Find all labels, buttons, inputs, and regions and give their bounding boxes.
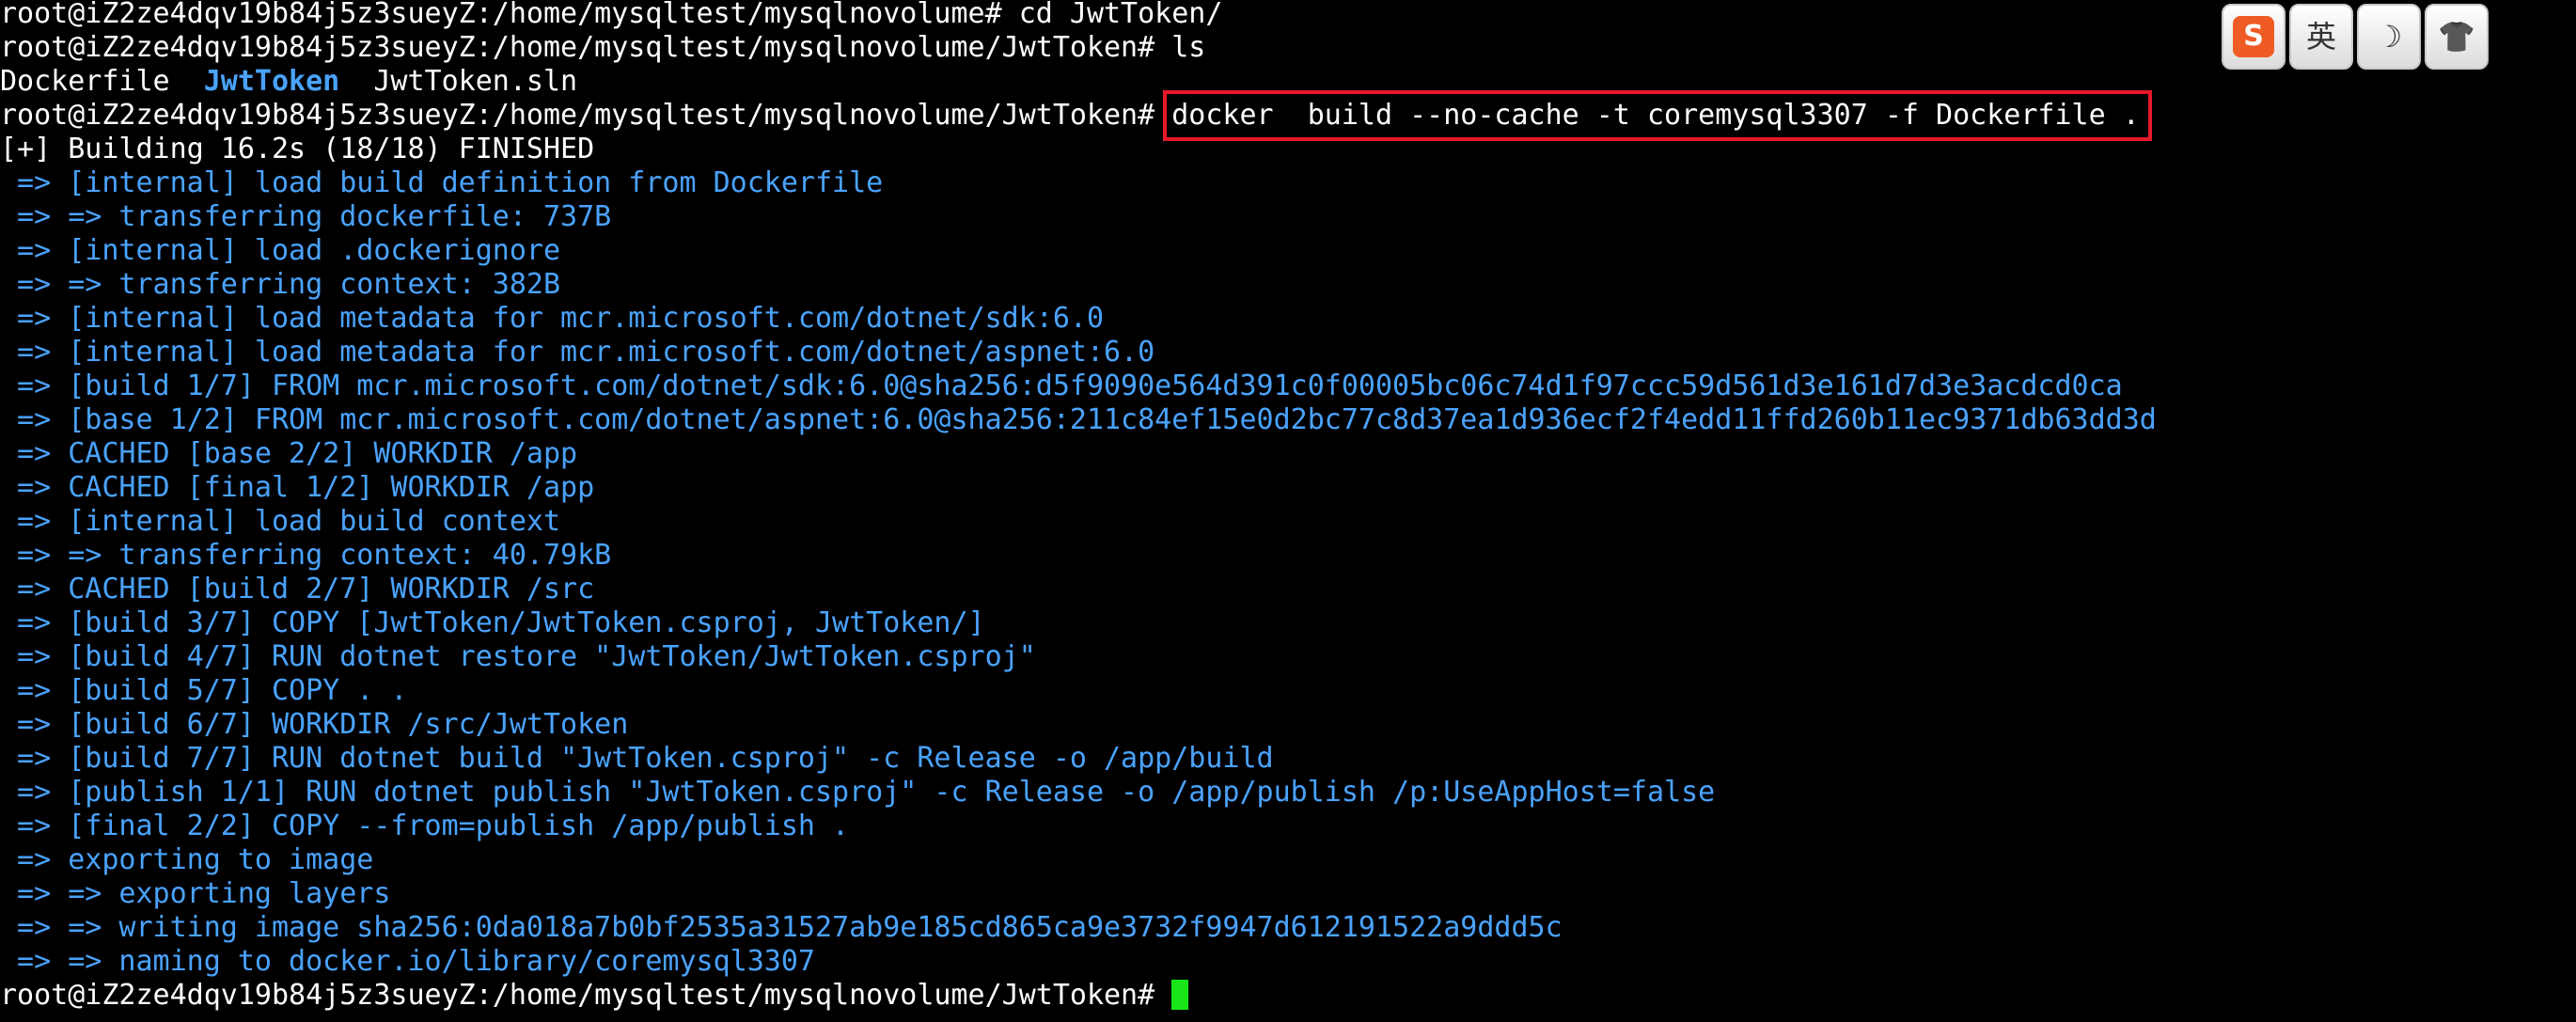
shirt-icon: 👕 xyxy=(2438,19,2475,55)
build-output-line: => [build 6/7] WORKDIR /src/JwtToken xyxy=(0,708,629,741)
terminal-cursor[interactable] xyxy=(1171,980,1189,1010)
build-output-line: => => transferring context: 382B xyxy=(0,268,561,301)
build-output-line: => [build 1/7] FROM mcr.microsoft.com/do… xyxy=(0,369,2123,402)
ls-output: Dockerfile JwtToken JwtToken.sln xyxy=(0,65,2157,99)
build-output-line: => => naming to docker.io/library/coremy… xyxy=(0,945,815,978)
terminal-output: root@iZ2ze4dqv19b84j5z3sueyZ:/home/mysql… xyxy=(0,0,2157,1013)
moon-icon: ☽ xyxy=(2375,19,2403,55)
build-output-line: => [internal] load .dockerignore xyxy=(0,234,561,267)
shell-prompt: root@iZ2ze4dqv19b84j5z3sueyZ:/home/mysql… xyxy=(0,99,1172,132)
build-output-line: => [build 3/7] COPY [JwtToken/JwtToken.c… xyxy=(0,606,985,639)
build-output-line: => [build 4/7] RUN dotnet restore "JwtTo… xyxy=(0,640,1036,673)
build-output-line: => => transferring context: 40.79kB xyxy=(0,539,612,572)
ime-skin-button[interactable]: 👕 xyxy=(2425,4,2489,70)
build-output-line: => => writing image sha256:0da018a7b0bf2… xyxy=(0,911,1563,944)
shell-prompt: root@iZ2ze4dqv19b84j5z3sueyZ:/home/mysql… xyxy=(0,979,1172,1012)
build-output-line: => [base 1/2] FROM mcr.microsoft.com/dot… xyxy=(0,403,2157,436)
ime-language-button[interactable]: 英 xyxy=(2289,4,2353,70)
build-output: => [internal] load build definition from… xyxy=(0,166,2157,979)
terminal-line-ls: root@iZ2ze4dqv19b84j5z3sueyZ:/home/mysql… xyxy=(0,31,1206,64)
sogou-logo-icon: S xyxy=(2233,16,2274,57)
build-output-line: => => exporting layers xyxy=(0,877,391,910)
ime-night-mode-button[interactable]: ☽ xyxy=(2357,4,2421,70)
build-output-line: => CACHED [final 1/2] WORKDIR /app xyxy=(0,471,595,504)
ime-toolbar: S 英 ☽ 👕 xyxy=(2222,4,2489,70)
build-output-line: => [internal] load build definition from… xyxy=(0,166,884,199)
ls-file-sln: JwtToken.sln xyxy=(339,65,578,98)
build-output-line: => CACHED [build 2/7] WORKDIR /src xyxy=(0,573,595,605)
build-output-line: => [internal] load build context xyxy=(0,505,561,538)
ls-dir-jwttoken: JwtToken xyxy=(203,65,340,98)
ime-language-label: 英 xyxy=(2305,19,2336,55)
terminal-window[interactable]: root@iZ2ze4dqv19b84j5z3sueyZ:/home/mysql… xyxy=(0,0,2576,1022)
terminal-line-cd: root@iZ2ze4dqv19b84j5z3sueyZ:/home/mysql… xyxy=(0,0,1223,30)
ls-file-dockerfile: Dockerfile xyxy=(0,65,204,98)
build-output-line: => [publish 1/1] RUN dotnet publish "Jwt… xyxy=(0,776,1716,809)
build-output-line: => exporting to image xyxy=(0,843,374,876)
build-output-line: => => transferring dockerfile: 737B xyxy=(0,200,612,233)
build-output-line: => [final 2/2] COPY --from=publish /app/… xyxy=(0,810,850,842)
build-output-line: => [internal] load metadata for mcr.micr… xyxy=(0,336,1155,369)
terminal-line-current[interactable]: root@iZ2ze4dqv19b84j5z3sueyZ:/home/mysql… xyxy=(0,979,2157,1013)
build-output-line: => CACHED [base 2/2] WORKDIR /app xyxy=(0,437,578,470)
build-output-line: => [build 5/7] COPY . . xyxy=(0,674,408,707)
ime-logo-button[interactable]: S xyxy=(2222,4,2285,70)
build-status: [+] Building 16.2s (18/18) FINISHED xyxy=(0,133,595,165)
build-output-line: => [build 7/7] RUN dotnet build "JwtToke… xyxy=(0,742,1274,775)
build-output-line: => [internal] load metadata for mcr.micr… xyxy=(0,302,1104,335)
terminal-line-docker-build: root@iZ2ze4dqv19b84j5z3sueyZ:/home/mysql… xyxy=(0,90,2157,141)
highlighted-command: docker build --no-cache -t coremysql3307… xyxy=(1163,90,2152,141)
